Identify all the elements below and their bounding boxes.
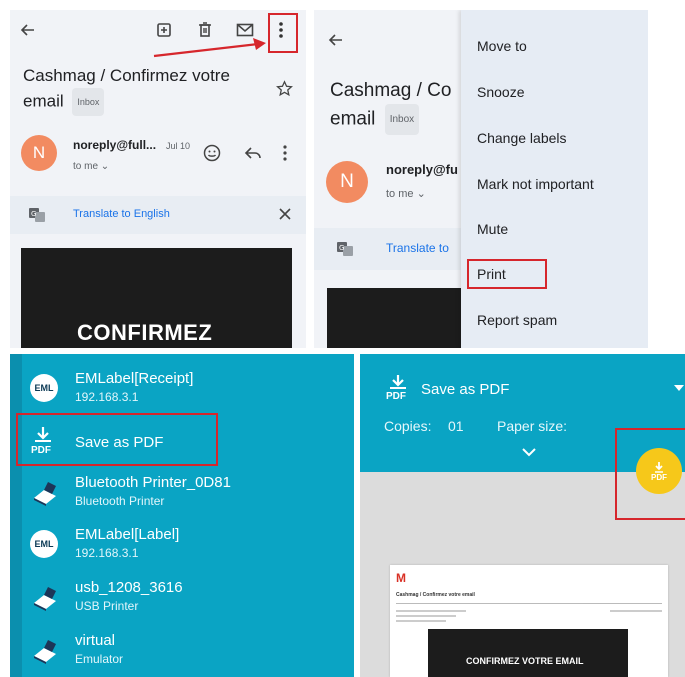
avatar[interactable]: N	[21, 135, 57, 171]
email-subject: Cashmag / Confirmez votre email Inbox	[23, 64, 273, 116]
subject-line-1: Cashmag / Confirmez votre	[23, 66, 230, 85]
doc-divider	[396, 603, 662, 604]
emlabel-logo-text: EML	[30, 374, 58, 402]
email-subject: Cashmag / Co email Inbox	[330, 77, 451, 135]
printer-name: virtual	[75, 632, 116, 649]
pdf-icon-label: PDF	[386, 391, 406, 402]
doc-banner-title: CONFIRMEZ VOTRE EMAIL	[466, 656, 584, 666]
printer-detail: 192.168.3.1	[75, 390, 139, 404]
printer-list-panel: EML EMLabel[Receipt] 192.168.3.1 PDF Sav…	[10, 354, 354, 677]
inbox-label-chip[interactable]: Inbox	[72, 88, 105, 116]
back-arrow-icon[interactable]	[328, 32, 344, 48]
doc-text-line	[396, 615, 456, 617]
subject-line-2: email	[330, 108, 376, 130]
gmail-logo: M	[396, 571, 406, 585]
translate-link[interactable]: Translate to	[386, 241, 449, 255]
printer-icon	[30, 478, 62, 510]
translate-bar: G Translate to	[314, 228, 464, 270]
email-menu-panel: Cashmag / Co email Inbox N noreply@fu to…	[314, 10, 648, 348]
print-highlight-box	[467, 259, 547, 289]
recipient-details[interactable]: to me ⌄	[386, 187, 426, 200]
printer-detail: 192.168.3.1	[75, 546, 139, 560]
printer-icon	[30, 583, 62, 615]
copies-value[interactable]: 01	[448, 418, 464, 434]
copies-label: Copies:	[384, 418, 432, 434]
translate-icon: G	[336, 241, 354, 257]
highlight-box	[268, 13, 298, 53]
recipient-label: to me	[73, 161, 99, 172]
pdf-download-icon: PDF	[385, 374, 411, 404]
sender-name[interactable]: noreply@full...	[73, 138, 156, 152]
document-preview: M Cashmag / Confirmez votre email CONFIR…	[390, 565, 668, 677]
printer-detail: USB Printer	[75, 599, 139, 613]
printer-item-usb[interactable]: usb_1208_3616 USB Printer	[30, 579, 350, 621]
email-banner-image: CONFIRMEZ	[21, 248, 292, 348]
save-pdf-highlight-box	[615, 428, 685, 520]
dropdown-arrow-icon[interactable]	[674, 384, 684, 392]
printer-name: EMLabel[Receipt]	[75, 370, 194, 387]
doc-banner: CONFIRMEZ VOTRE EMAIL	[428, 629, 628, 677]
email-view-panel: Cashmag / Confirmez votre email Inbox N …	[10, 10, 306, 348]
close-icon[interactable]	[278, 207, 292, 221]
doc-text-line	[396, 620, 446, 622]
red-arrow-icon	[153, 38, 266, 58]
sidebar-strip	[10, 354, 22, 677]
subject-line-1: Cashmag / Co	[330, 80, 452, 101]
svg-text:G: G	[339, 244, 344, 252]
star-icon[interactable]	[276, 80, 293, 97]
paper-size-label: Paper size:	[497, 418, 568, 434]
sender-name[interactable]: noreply@fu	[386, 162, 458, 177]
printer-name: usb_1208_3616	[75, 579, 183, 596]
email-date: Jul 10	[166, 141, 191, 151]
printer-icon	[30, 636, 62, 668]
printer-item-emlabel-label[interactable]: EML EMLabel[Label] 192.168.3.1	[30, 526, 350, 568]
overflow-menu: Move to Snooze Change labels Mark not im…	[461, 10, 648, 348]
destination-select[interactable]: Save as PDF	[421, 381, 509, 398]
emlabel-logo-icon: EML	[30, 530, 62, 562]
message-more-icon[interactable]	[282, 144, 288, 162]
translate-link[interactable]: Translate to English	[73, 208, 170, 220]
save-as-pdf-highlight-box	[16, 413, 218, 466]
recipient-details[interactable]: to me ⌄	[73, 161, 109, 172]
menu-item-mark-not-important[interactable]: Mark not important	[477, 176, 594, 192]
printer-item-virtual[interactable]: virtual Emulator	[30, 632, 350, 674]
subject-line-2: email	[23, 91, 64, 111]
translate-icon: G	[28, 207, 46, 223]
printer-name: Bluetooth Printer_0D81	[75, 474, 231, 491]
menu-item-change-labels[interactable]: Change labels	[477, 130, 567, 146]
emlabel-logo-text: EML	[30, 530, 58, 558]
recipient-label: to me	[386, 188, 414, 200]
menu-item-mute[interactable]: Mute	[477, 221, 508, 237]
translate-bar: G Translate to English	[10, 196, 306, 234]
doc-text-line	[396, 610, 466, 612]
printer-name: EMLabel[Label]	[75, 526, 180, 543]
menu-item-report-spam[interactable]: Report spam	[477, 312, 557, 328]
back-arrow-icon[interactable]	[20, 22, 36, 38]
doc-text-line	[610, 610, 662, 612]
svg-text:G: G	[31, 210, 36, 218]
printer-detail: Emulator	[75, 652, 124, 666]
menu-item-snooze[interactable]: Snooze	[477, 84, 524, 100]
doc-subject: Cashmag / Confirmez votre email	[396, 592, 475, 598]
print-preview-panel: PDF Save as PDF Copies: 01 Paper size: P…	[360, 354, 685, 677]
email-banner-image	[327, 288, 467, 348]
printer-detail: Bluetooth Printer	[75, 494, 165, 508]
menu-item-move-to[interactable]: Move to	[477, 38, 527, 54]
emoji-reaction-icon[interactable]	[203, 144, 221, 162]
printer-item-bluetooth[interactable]: Bluetooth Printer_0D81 Bluetooth Printer	[30, 474, 350, 516]
chevron-down-icon[interactable]	[522, 448, 536, 457]
emlabel-logo-icon: EML	[30, 374, 62, 406]
printer-item-emlabel-receipt[interactable]: EML EMLabel[Receipt] 192.168.3.1	[30, 370, 350, 412]
inbox-label-chip[interactable]: Inbox	[384, 104, 420, 135]
reply-icon[interactable]	[244, 146, 262, 160]
avatar[interactable]: N	[326, 161, 368, 203]
banner-title: CONFIRMEZ	[77, 320, 213, 345]
